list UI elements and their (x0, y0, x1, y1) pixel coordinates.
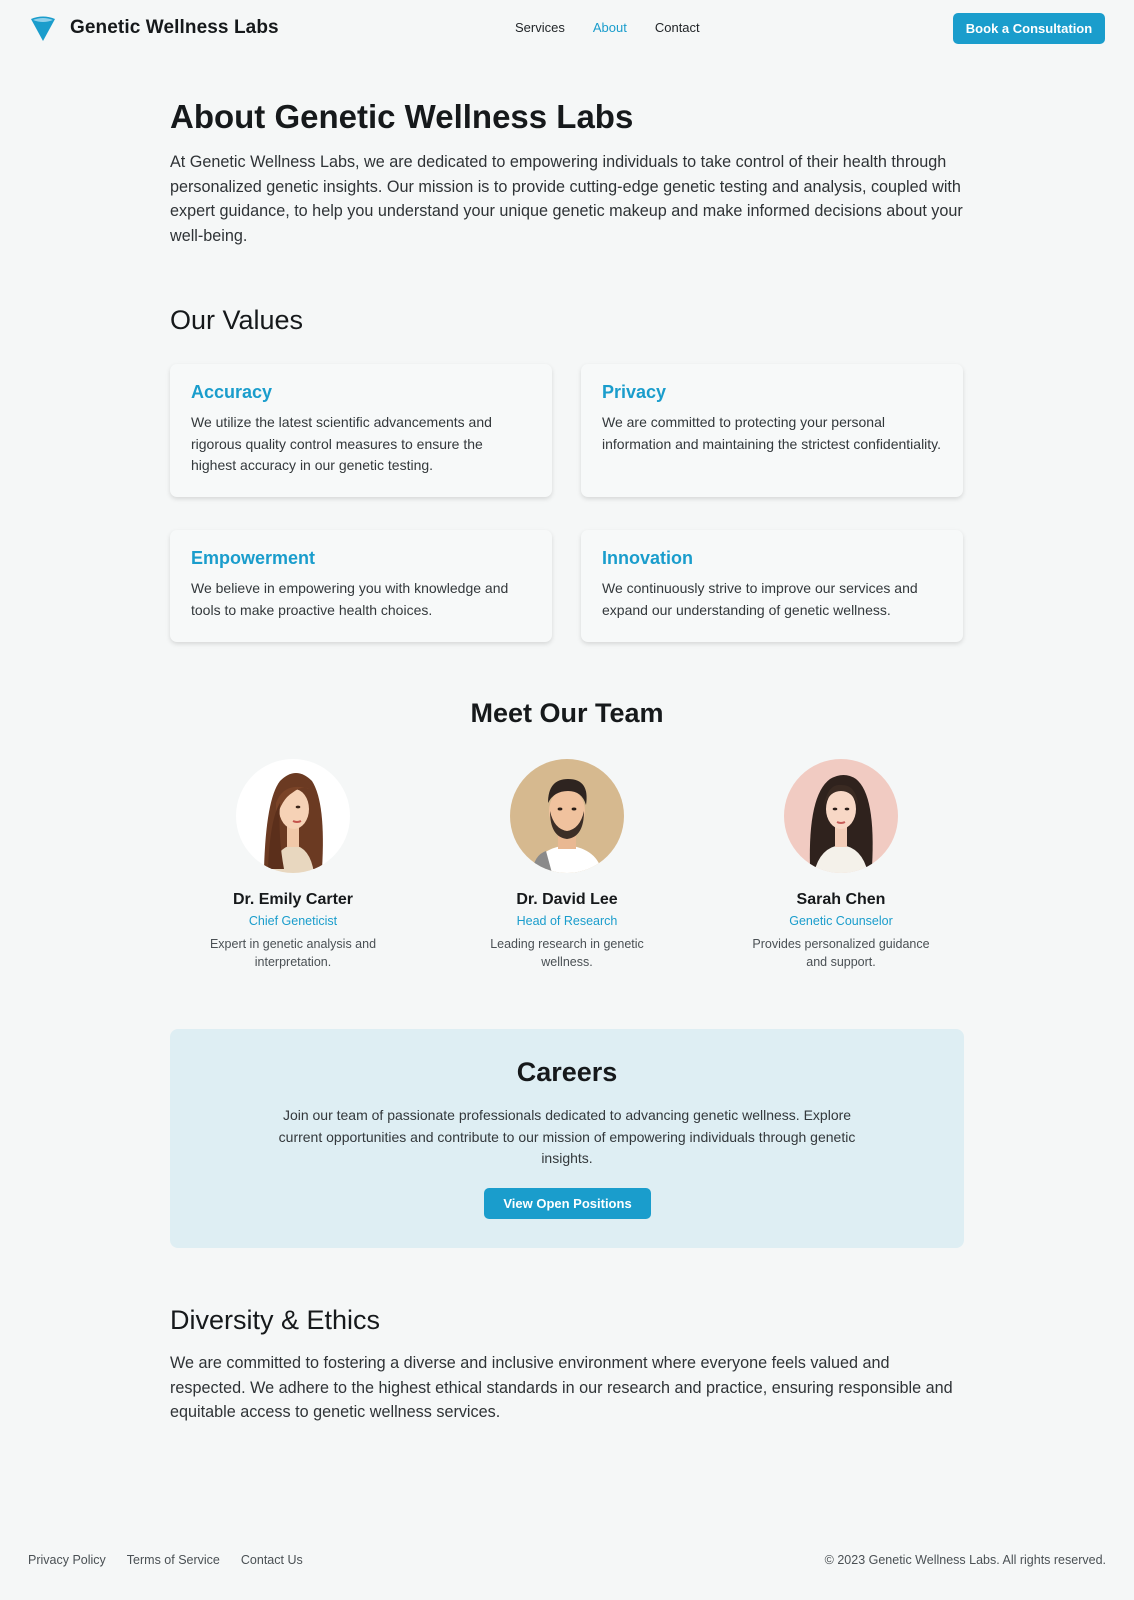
page-title: About Genetic Wellness Labs (170, 98, 634, 135)
about-intro: At Genetic Wellness Labs, we are dedicat… (170, 153, 963, 246)
footer-link-contact-us[interactable]: Contact Us (241, 1553, 303, 1567)
team-title: Meet Our Team (470, 698, 664, 728)
avatar (236, 759, 350, 873)
footer-link-terms-of-service[interactable]: Terms of Service (127, 1553, 220, 1567)
member-bio: Expert in genetic analysis and interpret… (209, 937, 377, 969)
value-card-text: We continuously strive to improve our se… (602, 580, 918, 618)
member-role: Head of Research (516, 914, 618, 928)
site-header: Genetic Wellness Labs Services About Con… (0, 0, 1134, 56)
team-member-sarah-chen: Sarah Chen Genetic Counselor Provides pe… (721, 759, 961, 971)
nav-link-about[interactable]: About (593, 20, 627, 35)
copyright: © 2023 Genetic Wellness Labs. All rights… (824, 1553, 1106, 1567)
value-card-title: Accuracy (191, 382, 273, 402)
member-role: Chief Geneticist (248, 914, 338, 928)
member-role: Genetic Counselor (789, 914, 893, 928)
member-bio: Provides personalized guidance and suppo… (752, 937, 930, 969)
main-nav: Services About Contact (515, 20, 728, 35)
nav-link-contact[interactable]: Contact (655, 20, 700, 35)
value-card-title: Innovation (602, 548, 693, 568)
funnel-logo-icon (31, 16, 55, 41)
value-card-text: We utilize the latest scientific advance… (191, 414, 492, 473)
view-open-positions-button[interactable]: View Open Positions (484, 1188, 651, 1219)
team-member-emily-carter: Dr. Emily Carter Chief Geneticist Expert… (173, 759, 413, 971)
member-bio: Leading research in genetic wellness. (490, 937, 644, 969)
careers-section: Careers Join our team of passionate prof… (170, 1029, 964, 1248)
diversity-title: Diversity & Ethics (170, 1305, 381, 1335)
value-card-title: Privacy (602, 382, 667, 402)
member-name: Dr. Emily Carter (232, 891, 354, 908)
value-card-text: We believe in empowering you with knowle… (191, 580, 509, 618)
value-card-accuracy: Accuracy We utilize the latest scientifi… (170, 364, 552, 497)
value-card-text: We are committed to protecting your pers… (602, 414, 942, 452)
brand-name: Genetic Wellness Labs (70, 17, 279, 38)
member-name: Sarah Chen (796, 891, 886, 908)
avatar (510, 759, 624, 873)
careers-title: Careers (516, 1057, 618, 1087)
brand[interactable]: Genetic Wellness Labs (30, 14, 279, 42)
member-name: Dr. David Lee (516, 891, 618, 908)
nav-link-services[interactable]: Services (515, 20, 565, 35)
team-member-david-lee: Dr. David Lee Head of Research Leading r… (447, 759, 687, 971)
value-card-privacy: Privacy We are committed to protecting y… (581, 364, 963, 497)
avatar (784, 759, 898, 873)
value-card-empowerment: Empowerment We believe in empowering you… (170, 530, 552, 642)
diversity-text: We are committed to fostering a diverse … (170, 1354, 953, 1422)
value-card-title: Empowerment (191, 548, 316, 568)
book-consultation-button[interactable]: Book a Consultation (953, 13, 1105, 44)
careers-text: Join our team of passionate professional… (278, 1107, 856, 1166)
footer-links: Privacy Policy Terms of Service Contact … (28, 1553, 324, 1567)
value-card-innovation: Innovation We continuously strive to imp… (581, 530, 963, 642)
site-footer: Privacy Policy Terms of Service Contact … (0, 1553, 1134, 1577)
values-title: Our Values (170, 305, 304, 335)
footer-link-privacy-policy[interactable]: Privacy Policy (28, 1553, 106, 1567)
